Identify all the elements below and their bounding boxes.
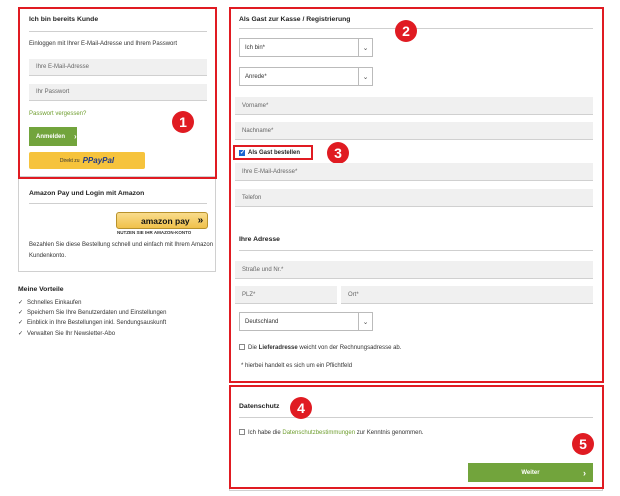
amazon-caption: NUTZEN SIE IHR AMAZON-KONTO (117, 230, 192, 235)
iam-select[interactable]: Ich bin* ⌄ (239, 38, 373, 57)
login-button-label: Anmelden (36, 133, 66, 140)
guest-checkbox[interactable]: Als Gast bestellen (233, 145, 313, 160)
guest-checkbox-label: Als Gast bestellen (248, 149, 301, 156)
iam-select-value: Ich bin* (245, 44, 266, 51)
phone-field[interactable]: Telefon (235, 189, 593, 207)
amazon-title: Amazon Pay und Login mit Amazon (29, 190, 145, 197)
checkbox-checked-icon (239, 149, 245, 156)
badge-5: 5 (572, 433, 594, 455)
continue-button[interactable]: Weiter › (468, 463, 593, 482)
chevron-right-icon: › (74, 132, 77, 141)
guest-title: Als Gast zur Kasse / Registrierung (239, 16, 351, 23)
checkmark-icon: ✓ (18, 300, 24, 306)
country-select[interactable]: Deutschland ⌄ (239, 312, 373, 331)
badge-2: 2 (395, 20, 417, 42)
chevron-right-icon: › (583, 467, 586, 478)
amazon-pay-logo-icon: amazon pay (141, 215, 190, 226)
address-title-rule (239, 250, 593, 251)
paypal-logo-icon: PPayPal (82, 156, 115, 165)
paypal-button[interactable]: Direkt zu PPayPal (29, 152, 145, 169)
checkbox-icon (239, 429, 245, 435)
checkmark-icon: ✓ (18, 310, 24, 316)
forgot-password-link[interactable]: Passwort vergessen? (29, 111, 86, 117)
firstname-field[interactable]: Vorname* (235, 97, 593, 115)
chevron-down-icon: ⌄ (358, 39, 372, 56)
lastname-field[interactable]: Nachname* (235, 122, 593, 140)
badge-1: 1 (172, 111, 194, 133)
badge-3: 3 (327, 142, 349, 164)
benefit-item: ✓ Einblick in Ihre Bestellungen inkl. Sen… (18, 320, 167, 326)
required-note: * hierbei handelt es sich um ein Pflicht… (241, 363, 353, 369)
country-select-value: Deutschland (245, 318, 279, 325)
double-chevron-icon: » (197, 215, 204, 226)
privacy-consent-checkbox[interactable]: Ich habe die Datenschutzbestimmungen zur… (239, 429, 423, 436)
checkmark-icon: ✓ (18, 320, 24, 326)
benefit-item: ✓ Verwalten Sie Ihr Newsletter-Abo (18, 331, 116, 337)
amazon-title-rule (29, 203, 207, 204)
salutation-select-value: Anrede* (245, 73, 267, 80)
benefit-item: ✓ Schnelles Einkaufen (18, 300, 82, 306)
amazon-description-2: Kundenkonto. (29, 253, 67, 259)
street-field[interactable]: Straße und Nr.* (235, 261, 593, 279)
login-title: Ich bin bereits Kunde (29, 16, 99, 23)
benefit-item: ✓ Speichern Sie Ihre Benutzerdaten und Ei… (18, 310, 167, 316)
checkmark-icon: ✓ (18, 331, 24, 337)
amazon-description-1: Bezahlen Sie diese Bestellung schnell un… (29, 242, 214, 248)
login-email-field[interactable]: Ihre E-Mail-Adresse (29, 59, 207, 76)
login-intro: Einloggen mit Ihrer E-Mail-Adresse und I… (29, 41, 178, 47)
salutation-select[interactable]: Anrede* ⌄ (239, 67, 373, 86)
amazon-pay-button[interactable]: amazon pay » (116, 212, 208, 229)
guest-email-field[interactable]: Ihre E-Mail-Adresse* (235, 163, 593, 181)
paypal-prefix: Direkt zu (59, 157, 80, 164)
continue-button-label: Weiter (521, 469, 540, 476)
benefits-title: Meine Vorteile (18, 286, 64, 293)
chevron-down-icon: ⌄ (358, 313, 372, 330)
address-title: Ihre Adresse (239, 236, 280, 243)
billing-address-checkbox[interactable]: Die Lieferadresse weicht von der Rechnun… (239, 344, 401, 351)
login-password-field[interactable]: Ihr Passwort (29, 84, 207, 101)
login-button[interactable]: Anmelden › (29, 127, 77, 146)
privacy-title-rule (239, 417, 593, 418)
badge-4: 4 (290, 397, 312, 419)
city-field[interactable]: Ort* (341, 286, 593, 304)
chevron-down-icon: ⌄ (358, 68, 372, 85)
checkbox-icon (239, 344, 245, 350)
login-title-rule (29, 31, 207, 32)
privacy-policy-link[interactable]: Datenschutzbestimmungen (282, 430, 355, 436)
privacy-title: Datenschutz (239, 403, 280, 410)
zip-field[interactable]: PLZ* (235, 286, 337, 304)
